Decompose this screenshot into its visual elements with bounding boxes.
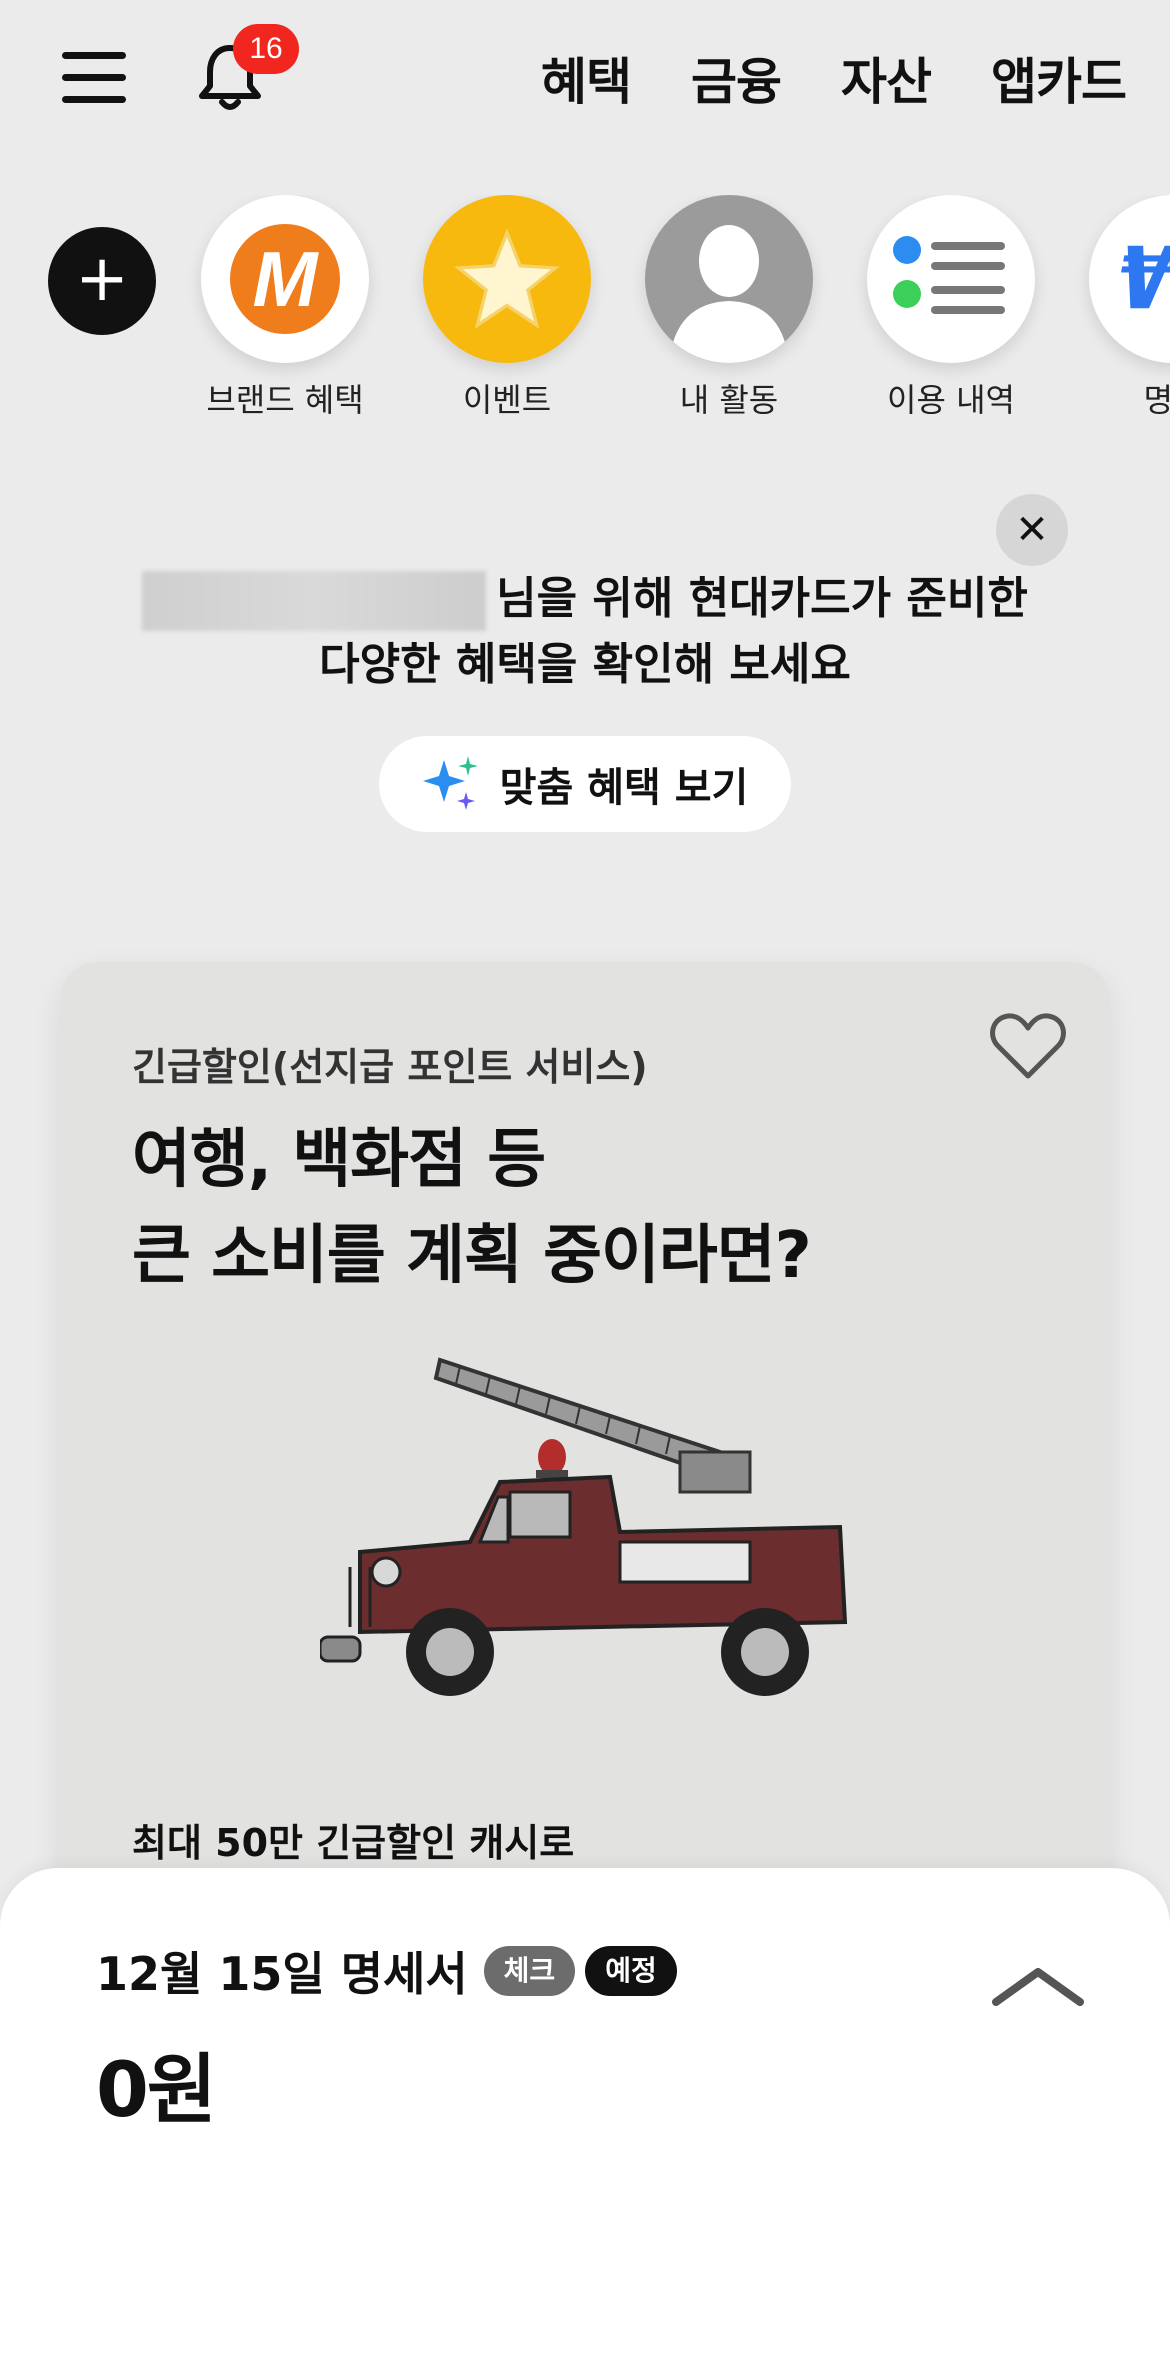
blurred-user-name <box>142 571 487 631</box>
menu-icon[interactable] <box>62 52 128 104</box>
m-brand-icon: M <box>230 224 340 334</box>
notification-count-badge: 16 <box>233 24 299 74</box>
nav-appcard[interactable]: 앱카드 <box>991 42 1127 114</box>
greeting-text: 님을 위해 현대카드가 준비한 다양한 혜택을 확인해 보세요 <box>0 566 1170 698</box>
profile-icon <box>669 225 789 363</box>
custom-benefits-label: 맞춤 혜택 보기 <box>499 765 749 811</box>
custom-benefits-button[interactable]: 맞춤 혜택 보기 <box>379 736 791 832</box>
sparkle-icon <box>422 756 478 810</box>
promo-category: 긴급할인(선지급 포인트 서비스) <box>132 1045 648 1089</box>
fire-truck-illustration <box>320 1357 848 1696</box>
quick-item-brand-benefits[interactable]: M 브랜드 혜택 <box>185 195 385 421</box>
quick-menu: + M 브랜드 혜택 이벤트 내 활동 이용 내역 명 <box>0 195 1170 425</box>
check-tag: 체크 <box>483 1946 576 1996</box>
top-nav: 혜택 금융 자산 앱카드 <box>541 42 1127 114</box>
favorite-heart-icon[interactable] <box>988 1010 1068 1082</box>
quick-item-event[interactable]: 이벤트 <box>407 195 607 421</box>
add-shortcut-button[interactable]: + <box>48 227 156 335</box>
statement-amount: 0원 <box>96 2045 217 2134</box>
planned-tag: 예정 <box>585 1946 677 1996</box>
won-icon: ₩ <box>1119 229 1170 329</box>
top-header: 16 혜택 금융 자산 앱카드 <box>0 0 1170 150</box>
quick-item-my-activity[interactable]: 내 활동 <box>629 195 829 421</box>
quick-item-label: 이용 내역 <box>887 381 1015 419</box>
list-icon <box>893 236 1005 314</box>
statement-bottom-sheet[interactable]: 12월 15일 명세서 체크 예정 0원 <box>0 1868 1170 2374</box>
quick-item-label: 내 활동 <box>679 381 779 419</box>
quick-item-statement[interactable]: ₩ 명세 <box>1073 195 1170 421</box>
nav-assets[interactable]: 자산 <box>841 42 932 114</box>
promo-title: 여행, 백화점 등 큰 소비를 계획 중이라면? <box>132 1123 812 1293</box>
promo-card[interactable]: 긴급할인(선지급 포인트 서비스) 여행, 백화점 등 큰 소비를 계획 중이라… <box>60 962 1110 1962</box>
quick-item-label: 명세 <box>1143 381 1170 419</box>
quick-item-label: 브랜드 혜택 <box>206 381 364 419</box>
quick-item-label: 이벤트 <box>462 381 552 419</box>
chevron-up-icon[interactable] <box>990 1960 1086 2010</box>
star-icon <box>454 228 560 329</box>
quick-item-usage-history[interactable]: 이용 내역 <box>851 195 1051 421</box>
close-greeting-button[interactable]: ✕ <box>996 494 1068 566</box>
promo-footer: 최대 50만 긴급할인 캐시로 <box>132 1821 575 1865</box>
statement-title: 12월 15일 명세서 <box>96 1947 468 2001</box>
nav-benefits[interactable]: 혜택 <box>541 42 632 114</box>
nav-finance[interactable]: 금융 <box>691 42 782 114</box>
statement-header: 12월 15일 명세서 체크 예정 <box>96 1938 677 2004</box>
